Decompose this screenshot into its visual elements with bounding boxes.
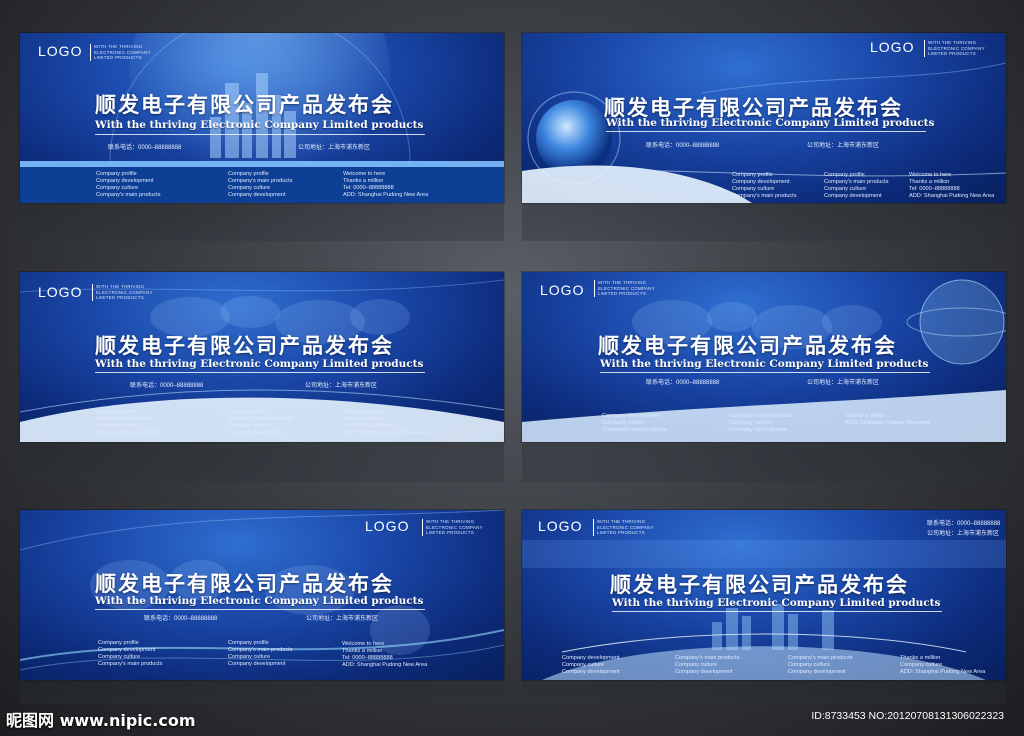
info-col-3: Thanks a million ADD: Shanghai Pudong New… [845,413,931,426]
banner-2: LOGO WITH THE THRIVING ELECTRONIC COMPANY… [522,33,1006,203]
banner-2-reflection [522,203,1006,241]
logo: LOGO [38,43,83,59]
phone: 联系电话：0000–88888888 [130,383,204,389]
info-col-1: Company profile Company development Compan… [96,171,161,198]
subtitle: With the thriving Electronic Company Lim… [95,595,424,607]
tagline: WITH THE THRIVING ELECTRONIC COMPANY LIMIT… [422,519,483,536]
info-col-1: Company profile Company development Compan… [98,640,163,667]
banner-3-reflection [20,442,504,482]
phone: 联系电话：0000–88888888 [144,616,218,622]
globe-icon [919,279,1005,365]
address: 公司地址：上海市浦东新区 [305,383,378,389]
logo: LOGO [38,284,83,300]
subtitle: With the thriving Electronic Company Lim… [606,117,935,129]
logo: LOGO [538,518,583,534]
title: 顺发电子有限公司产品发布会 [598,334,897,358]
address: 公司地址：上海市浦东新区 [807,143,880,149]
logo: LOGO [365,518,410,534]
logo: LOGO [540,282,585,298]
info-col-1: Company profile Company development Compan… [732,172,797,199]
info-col-2: Company profile Company's main products Co… [228,640,293,667]
info-col-3: Welcome to here Thanks a million Tel: 0000… [909,172,995,199]
info-col-2: Company's main products Company culture Co… [729,413,794,433]
info-col-3: Welcome to here Thanks a million Tel: 0000… [343,171,429,198]
title: 顺发电子有限公司产品发布会 [95,572,394,596]
subtitle: With the thriving Electronic Company Lim… [612,597,941,609]
subtitle: With the thriving Electronic Company Lim… [600,358,929,370]
title: 顺发电子有限公司产品发布会 [610,573,909,597]
title: 顺发电子有限公司产品发布会 [95,334,394,358]
title-rule [95,609,425,610]
title-rule [95,372,425,373]
phone: 联系电话：0000–88888888 [646,143,720,149]
title: 顺发电子有限公司产品发布会 [95,93,394,117]
subtitle: With the thriving Electronic Company Lim… [95,358,424,370]
subtitle: With the thriving Electronic Company Lim… [95,119,424,131]
tagline: WITH THE THRIVING ELECTRONIC COMPANY LIMIT… [92,284,153,301]
tagline: WITH THE THRIVING ELECTRONIC COMPANY LIMIT… [924,40,985,57]
info-col-1: Company development Company culture Compan… [562,655,620,675]
banner-5-reflection [20,680,504,704]
info-col-2: Company profile Company's main products Co… [228,171,293,198]
phone: 联系电话：0000–88888888 [646,380,720,386]
info-col-1: Company profile Company development Compan… [96,409,161,436]
info-col-3: Company's main products Company culture Co… [788,655,853,675]
address: 公司地址：上海市浦东新区 [306,616,379,622]
image-id: ID:8733453 NO:20120708131306022323 [811,710,1004,722]
banner-3: LOGO WITH THE THRIVING ELECTRONIC COMPANY… [20,272,504,442]
info-col-1: Company development Company culture Compan… [602,413,667,433]
title-rule [612,611,942,612]
phone: 联系电话：0000–88888888 [108,145,182,151]
watermark: 昵图网 www.nipic.com [6,711,196,730]
info-col-3: Welcome to here Thanks a million Tel: 0000… [343,409,429,436]
tagline: WITH THE THRIVING ELECTRONIC COMPANY LIMIT… [594,280,655,297]
tagline: WITH THE THRIVING ELECTRONIC COMPANY LIMIT… [593,519,654,536]
address: 公司地址：上海市浦东新区 [298,145,371,151]
banner-6: LOGO WITH THE THRIVING ELECTRONIC COMPANY… [522,510,1006,680]
title-rule [606,131,926,132]
address: 公司地址：上海市浦东新区 [807,380,880,386]
logo: LOGO [870,39,915,55]
banner-4-reflection [522,442,1006,482]
title-rule [600,372,930,373]
banner-1: LOGO WITH THE THRIVING ELECTRONIC COMPANY… [20,33,504,203]
title-rule [95,134,425,135]
tagline: WITH THE THRIVING ELECTRONIC COMPANY LIMIT… [90,44,151,61]
info-col-4: Thanks a million Company culture ADD: Shan… [900,655,986,675]
info-col-2: Company's main products Company culture Co… [675,655,740,675]
info-col-2: Company profile Company's main products Co… [824,172,889,199]
banner-1-reflection [20,203,504,241]
info-col-3: Welcome to here Thanks a million Tel: 0000… [342,641,428,668]
address: 公司地址：上海市浦东新区 [927,531,1000,537]
banner-6-reflection [522,680,1006,704]
phone: 联系电话：0000–88888888 [927,521,1001,527]
banner-5: LOGO WITH THE THRIVING ELECTRONIC COMPANY… [20,510,504,680]
globe-icon [536,100,612,176]
info-col-2: Company profile Company's main products Co… [228,409,293,436]
banner-4: LOGO WITH THE THRIVING ELECTRONIC COMPANY… [522,272,1006,442]
